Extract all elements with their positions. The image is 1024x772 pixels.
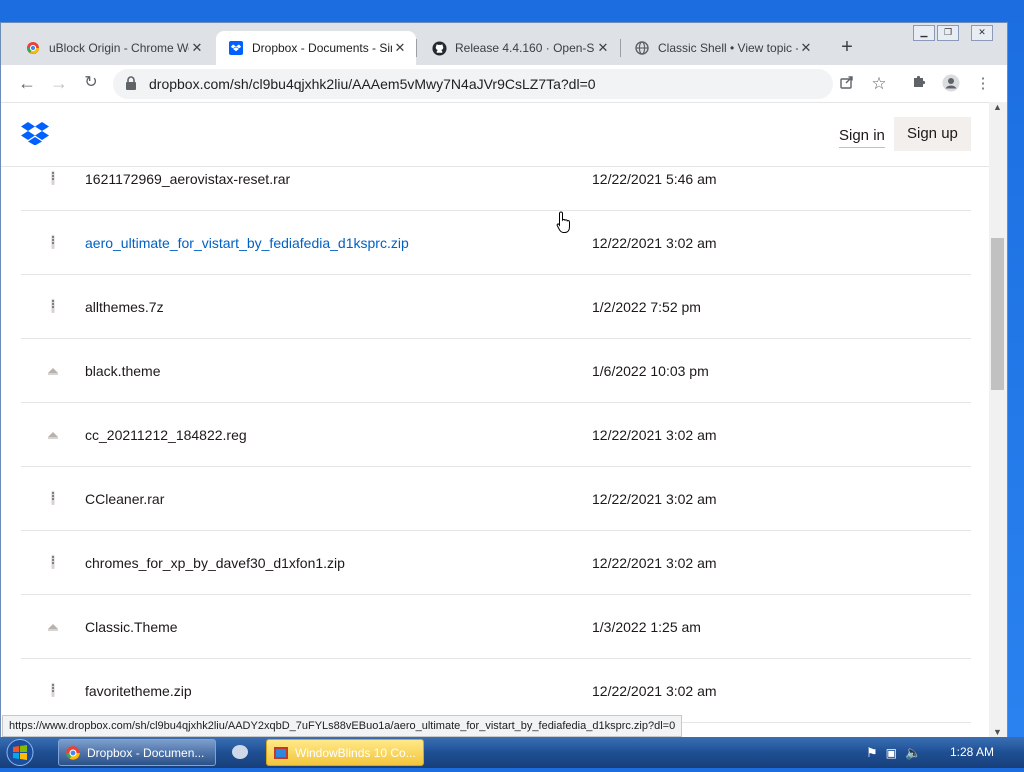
taskbar-button-label: WindowBlinds 10 Co... [295, 745, 416, 760]
tab-title: Classic Shell • View topic - V [658, 41, 798, 55]
dropbox-icon [228, 40, 244, 56]
tab-ublock[interactable]: uBlock Origin - Chrome Web ✕ [13, 31, 213, 65]
close-icon[interactable]: ✕ [392, 40, 408, 56]
close-icon[interactable]: ✕ [798, 40, 814, 56]
url-text: dropbox.com/sh/cl9bu4qjxhk2liu/AAAem5vMw… [149, 76, 596, 92]
tab-dropbox[interactable]: Dropbox - Documents - Simp ✕ [216, 31, 416, 65]
archive-file-icon [47, 299, 59, 313]
table-row[interactable]: CCleaner.rar 12/22/2021 3:02 am [21, 467, 971, 531]
file-modified-date: 12/22/2021 3:02 am [592, 427, 717, 443]
scroll-up-icon[interactable]: ▲ [993, 102, 1002, 112]
system-tray: ⚑ ▣ 🔈 [858, 737, 1024, 768]
taskbar-button-chrome[interactable]: Dropbox - Documen... [58, 739, 216, 766]
tab-bar: uBlock Origin - Chrome Web ✕ Dropbox - D… [1, 23, 1007, 65]
table-row[interactable]: chromes_for_xp_by_davef30_d1xfon1.zip 12/… [21, 531, 971, 595]
file-name-link[interactable]: Classic.Theme [85, 619, 178, 635]
tab-title: Release 4.4.160 · Open-She [455, 41, 595, 55]
reload-icon[interactable]: ↻ [81, 73, 101, 93]
menu-kebab-icon[interactable]: ⋮ [973, 74, 993, 94]
archive-file-icon [47, 171, 59, 185]
file-modified-date: 1/3/2022 1:25 am [592, 619, 701, 635]
table-row[interactable]: cc_20211212_184822.reg 12/22/2021 3:02 am [21, 403, 971, 467]
file-name-link[interactable]: cc_20211212_184822.reg [85, 427, 247, 443]
profile-avatar-icon[interactable] [941, 74, 961, 94]
back-arrow-icon[interactable]: ← [17, 73, 37, 93]
file-name-link[interactable]: aero_ultimate_for_vistart_by_fediafedia_… [85, 235, 409, 251]
start-orb-icon[interactable] [4, 738, 44, 767]
taskbar-button-label: Dropbox - Documen... [87, 745, 205, 760]
windowblinds-icon [274, 746, 288, 759]
browser-toolbar: ← → ↻ dropbox.com/sh/cl9bu4qjxhk2liu/AAA… [1, 65, 1007, 102]
close-icon[interactable]: ✕ [189, 40, 205, 56]
file-modified-date: 1/6/2022 10:03 pm [592, 363, 709, 379]
browser-window: uBlock Origin - Chrome Web ✕ Dropbox - D… [0, 22, 1008, 738]
file-modified-date: 1/2/2022 7:52 pm [592, 299, 701, 315]
volume-icon[interactable]: 🔈 [905, 745, 921, 761]
chrome-web-store-icon [25, 40, 41, 56]
chrome-icon [66, 745, 80, 760]
windows-taskbar: Dropbox - Documen... WindowBlinds 10 Co.… [0, 737, 1024, 768]
disc-icon[interactable] [232, 745, 248, 759]
generic-file-icon [47, 427, 59, 441]
new-tab-plus-icon[interactable]: + [837, 37, 857, 57]
archive-file-icon [47, 491, 59, 505]
close-icon[interactable]: ✕ [595, 40, 611, 56]
table-row[interactable]: allthemes.7z 1/2/2022 7:52 pm [21, 275, 971, 339]
table-row[interactable]: aero_ultimate_for_vistart_by_fediafedia_… [21, 211, 971, 275]
file-modified-date: 12/22/2021 3:02 am [592, 235, 717, 251]
file-name-link[interactable]: favoritetheme.zip [85, 683, 192, 699]
minimize-icon[interactable]: ▁ [913, 25, 935, 41]
forward-arrow-icon[interactable]: → [49, 73, 69, 93]
table-row[interactable]: black.theme 1/6/2022 10:03 pm [21, 339, 971, 403]
taskbar-button-windowblinds[interactable]: WindowBlinds 10 Co... [266, 739, 424, 766]
network-icon[interactable]: ▣ [886, 746, 897, 760]
vertical-scrollbar[interactable]: ▲ ▼ [989, 102, 1007, 737]
file-name-link[interactable]: allthemes.7z [85, 299, 164, 315]
file-modified-date: 12/22/2021 3:02 am [592, 555, 717, 571]
file-list: 1621172969_aerovistax-reset.rar 12/22/202… [21, 147, 971, 723]
address-bar[interactable]: dropbox.com/sh/cl9bu4qjxhk2liu/AAAem5vMw… [113, 69, 833, 99]
scroll-down-icon[interactable]: ▼ [993, 727, 1002, 737]
archive-file-icon [47, 683, 59, 697]
file-modified-date: 12/22/2021 3:02 am [592, 491, 717, 507]
lock-icon [125, 75, 139, 93]
tab-title: Dropbox - Documents - Simp [252, 41, 392, 55]
hand-cursor-icon [556, 211, 572, 240]
file-modified-date: 12/22/2021 5:46 am [592, 171, 717, 187]
globe-icon [634, 40, 650, 56]
tab-title: uBlock Origin - Chrome Web [49, 41, 189, 55]
share-icon[interactable] [837, 74, 857, 94]
archive-file-icon [47, 235, 59, 249]
sign-in-link[interactable]: Sign in [839, 127, 885, 148]
file-name-link[interactable]: 1621172969_aerovistax-reset.rar [85, 171, 290, 187]
file-name-link[interactable]: chromes_for_xp_by_davef30_d1xfon1.zip [85, 555, 345, 571]
file-modified-date: 12/22/2021 3:02 am [592, 683, 717, 699]
dropbox-header: Sign in Sign up [1, 103, 989, 167]
generic-file-icon [47, 363, 59, 377]
bookmark-star-icon[interactable]: ☆ [869, 74, 889, 94]
tab-separator [620, 39, 621, 57]
sign-up-button[interactable]: Sign up [894, 117, 971, 151]
file-name-link[interactable]: CCleaner.rar [85, 491, 164, 507]
maximize-icon[interactable]: ❐ [937, 25, 959, 41]
github-icon [431, 40, 447, 56]
window-close-icon[interactable]: ✕ [971, 25, 993, 41]
archive-file-icon [47, 555, 59, 569]
table-row[interactable]: favoritetheme.zip 12/22/2021 3:02 am [21, 659, 971, 723]
tab-classic-shell[interactable]: Classic Shell • View topic - V ✕ [622, 31, 822, 65]
page-viewport: Sign in Sign up 1621172969_aerovistax-re… [1, 102, 989, 737]
status-bar-url: https://www.dropbox.com/sh/cl9bu4qjxhk2l… [2, 715, 683, 737]
table-row[interactable]: Classic.Theme 1/3/2022 1:25 am [21, 595, 971, 659]
scrollbar-thumb[interactable] [991, 238, 1004, 390]
taskbar-clock[interactable]: 1:28 AM [950, 745, 994, 759]
tab-separator [416, 39, 417, 57]
generic-file-icon [47, 619, 59, 633]
file-name-link[interactable]: black.theme [85, 363, 160, 379]
dropbox-logo-icon[interactable] [21, 121, 49, 150]
tab-github-release[interactable]: Release 4.4.160 · Open-She ✕ [419, 31, 619, 65]
extensions-puzzle-icon[interactable] [909, 74, 929, 94]
action-center-flag-icon[interactable]: ⚑ [866, 745, 878, 761]
